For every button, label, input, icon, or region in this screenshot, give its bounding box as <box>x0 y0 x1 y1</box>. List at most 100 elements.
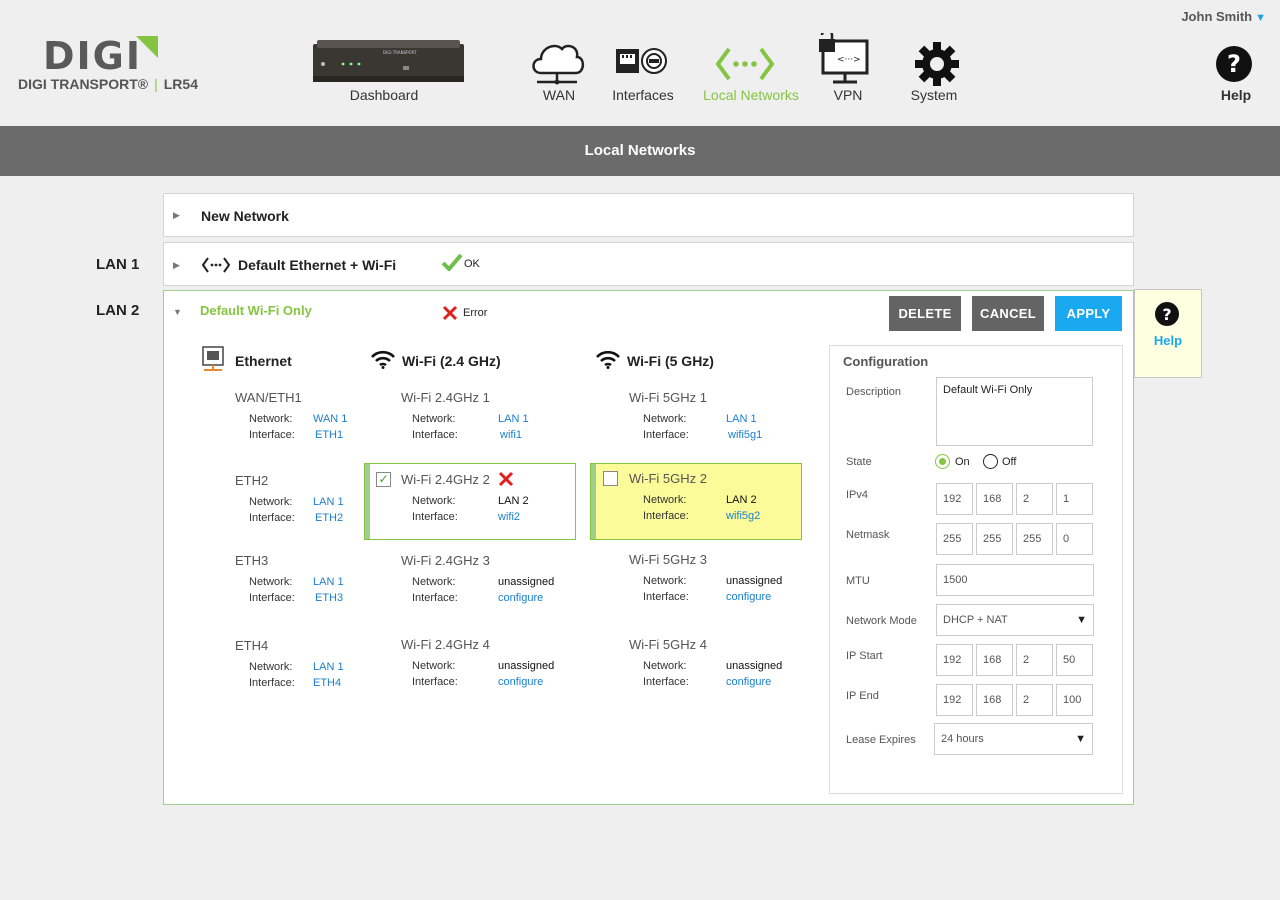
lease-expires-value: 24 hours <box>941 733 984 745</box>
collapse-arrow-icon[interactable]: ▼ <box>173 307 182 317</box>
interfaces-icon <box>616 48 667 74</box>
delete-button[interactable]: DELETE <box>889 296 961 331</box>
port-name: Wi-Fi 5GHz 4 <box>629 637 707 652</box>
cloud-icon <box>532 44 585 85</box>
new-network-panel[interactable]: ▶ New Network <box>163 193 1134 237</box>
nav-wan-label[interactable]: WAN <box>543 87 575 103</box>
nav-vpn[interactable]: <···> <box>818 28 870 92</box>
ip-end-octet-2[interactable]: 168 <box>976 684 1013 716</box>
network-label: Network: <box>643 660 687 672</box>
help-side-label[interactable]: Help <box>1135 333 1201 348</box>
ip-end-octet-4[interactable]: 100 <box>1056 684 1093 716</box>
nav-local-networks[interactable] <box>715 46 775 87</box>
ip-end-octet-3[interactable]: 2 <box>1016 684 1053 716</box>
interface-link[interactable]: ETH2 <box>315 512 343 524</box>
network-link[interactable]: LAN 1 <box>726 413 757 425</box>
network-value: LAN 2 <box>726 494 757 506</box>
header: John Smith ▼ DIGI DIGI TRANSPORT® | LR54 DI… <box>0 0 1280 126</box>
wifi-icon <box>596 350 620 369</box>
interface-link[interactable]: wifi1 <box>500 429 522 441</box>
ip-start-octet-2[interactable]: 168 <box>976 644 1013 676</box>
interface-label: Interface: <box>412 429 458 441</box>
new-network-title[interactable]: New Network <box>201 208 289 224</box>
help-icon: ? <box>1216 46 1252 82</box>
network-link[interactable]: LAN 1 <box>313 496 344 508</box>
nav-local-networks-label[interactable]: Local Networks <box>703 87 799 103</box>
netmask-octet-3[interactable]: 255 <box>1016 523 1053 555</box>
description-label: Description <box>846 386 902 398</box>
netmask-octet-4[interactable]: 0 <box>1056 523 1093 555</box>
cancel-button[interactable]: CANCEL <box>972 296 1044 331</box>
netmask-label: Netmask <box>846 529 890 541</box>
lease-expires-select[interactable]: 24 hours ▼ <box>934 723 1093 755</box>
checkmark-icon <box>441 253 463 271</box>
configure-link[interactable]: configure <box>498 592 543 604</box>
wifi24-2-checkbox[interactable]: ✓ <box>376 472 391 487</box>
lan1-label: LAN 1 <box>96 256 140 273</box>
network-label: Network: <box>249 661 293 673</box>
nav-help-label[interactable]: Help <box>1221 87 1251 103</box>
network-link[interactable]: LAN 1 <box>498 413 529 425</box>
ipv4-octet-1[interactable]: 192 <box>936 483 973 515</box>
description-field[interactable]: Default Wi-Fi Only <box>936 377 1093 446</box>
nav-system[interactable] <box>914 41 960 92</box>
state-off-radio[interactable] <box>983 454 998 469</box>
expand-arrow-icon[interactable]: ▶ <box>173 210 180 221</box>
mtu-input[interactable]: 1500 <box>936 564 1094 596</box>
ip-start-octet-4[interactable]: 50 <box>1056 644 1093 676</box>
nav-system-label[interactable]: System <box>911 87 958 103</box>
wifi5-column-header: Wi-Fi (5 GHz) <box>627 353 714 369</box>
network-label: Network: <box>412 413 456 425</box>
nav-dashboard[interactable]: DIGI TRANSPORT <box>313 40 464 84</box>
port-name: Wi-Fi 5GHz 3 <box>629 552 707 567</box>
network-link[interactable]: LAN 1 <box>313 576 344 588</box>
netmask-octet-1[interactable]: 255 <box>936 523 973 555</box>
lan1-title[interactable]: Default Ethernet + Wi-Fi <box>238 257 396 273</box>
network-value: unassigned <box>726 660 783 672</box>
network-mode-select[interactable]: DHCP + NAT ▼ <box>936 604 1094 636</box>
nav-wan[interactable] <box>529 40 585 91</box>
nav-interfaces[interactable] <box>615 47 669 82</box>
nav-vpn-label[interactable]: VPN <box>834 87 863 103</box>
configuration-panel: Configuration Description Default Wi-Fi … <box>829 345 1123 794</box>
interface-link[interactable]: wifi5g2 <box>726 510 760 522</box>
port-name: Wi-Fi 2.4GHz 4 <box>401 637 490 652</box>
ipv4-octet-4[interactable]: 1 <box>1056 483 1093 515</box>
ip-start-octet-1[interactable]: 192 <box>936 644 973 676</box>
interface-link[interactable]: wifi5g1 <box>728 429 762 441</box>
lan2-title[interactable]: Default Wi-Fi Only <box>200 303 312 318</box>
lan1-panel[interactable]: ▶ Default Ethernet + Wi-Fi OK <box>163 242 1134 286</box>
state-on-radio[interactable] <box>935 454 950 469</box>
wifi5-2-checkbox[interactable] <box>603 471 618 486</box>
help-side-panel[interactable]: ? Help <box>1134 289 1202 378</box>
lease-expires-label: Lease Expires <box>846 734 916 746</box>
nav-help[interactable]: ? <box>1215 45 1253 88</box>
nav-interfaces-label[interactable]: Interfaces <box>612 87 673 103</box>
nav-dashboard-label[interactable]: Dashboard <box>350 87 419 103</box>
interface-label: Interface: <box>643 591 689 603</box>
interface-link[interactable]: ETH1 <box>315 429 343 441</box>
ip-start-octet-3[interactable]: 2 <box>1016 644 1053 676</box>
interface-link[interactable]: wifi2 <box>498 511 520 523</box>
apply-button[interactable]: APPLY <box>1055 296 1122 331</box>
netmask-octet-2[interactable]: 255 <box>976 523 1013 555</box>
interface-link[interactable]: ETH3 <box>315 592 343 604</box>
user-menu[interactable]: John Smith ▼ <box>1181 9 1266 24</box>
router-device-icon: DIGI TRANSPORT <box>313 40 464 82</box>
ipv4-octet-2[interactable]: 168 <box>976 483 1013 515</box>
configure-link[interactable]: configure <box>498 676 543 688</box>
network-value: LAN 2 <box>498 495 529 507</box>
network-link[interactable]: WAN 1 <box>313 413 347 425</box>
configure-link[interactable]: configure <box>726 591 771 603</box>
ip-end-octet-1[interactable]: 192 <box>936 684 973 716</box>
configure-link[interactable]: configure <box>726 676 771 688</box>
interface-link[interactable]: ETH4 <box>313 677 341 689</box>
dropdown-arrow-icon: ▼ <box>1075 733 1086 745</box>
lan2-label: LAN 2 <box>96 302 140 319</box>
network-link[interactable]: LAN 1 <box>313 661 344 673</box>
ipv4-octet-3[interactable]: 2 <box>1016 483 1053 515</box>
port-name: WAN/ETH1 <box>235 390 302 405</box>
expand-arrow-icon[interactable]: ▶ <box>173 260 180 271</box>
logo: DIGI <box>43 34 143 78</box>
local-network-icon <box>201 257 231 273</box>
